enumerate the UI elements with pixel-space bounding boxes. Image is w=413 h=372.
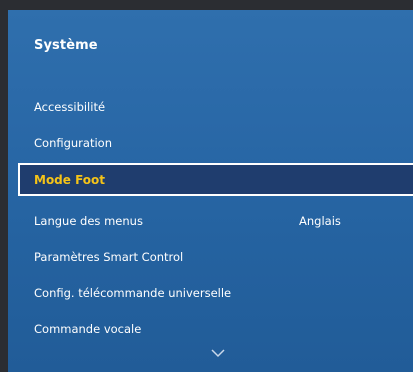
menu-item-langue-des-menus[interactable]: Langue des menus (34, 211, 143, 231)
screen-background: Système Accessibilité Configuration Mode… (0, 0, 413, 372)
menu-item-telecommande-universelle[interactable]: Config. télécommande universelle (34, 283, 231, 303)
menu-item-smart-control[interactable]: Paramètres Smart Control (34, 247, 183, 267)
menu-item-mode-foot[interactable]: Mode Foot (18, 163, 413, 196)
menu-item-configuration[interactable]: Configuration (34, 133, 112, 153)
system-menu-panel: Système Accessibilité Configuration Mode… (8, 10, 413, 372)
menu-item-commande-vocale[interactable]: Commande vocale (34, 319, 141, 339)
menu-item-label: Mode Foot (34, 173, 106, 187)
chevron-down-icon[interactable] (211, 348, 225, 358)
menu-title: Système (34, 38, 98, 53)
menu-language-value: Anglais (299, 214, 341, 228)
menu-item-accessibilite[interactable]: Accessibilité (34, 97, 105, 117)
